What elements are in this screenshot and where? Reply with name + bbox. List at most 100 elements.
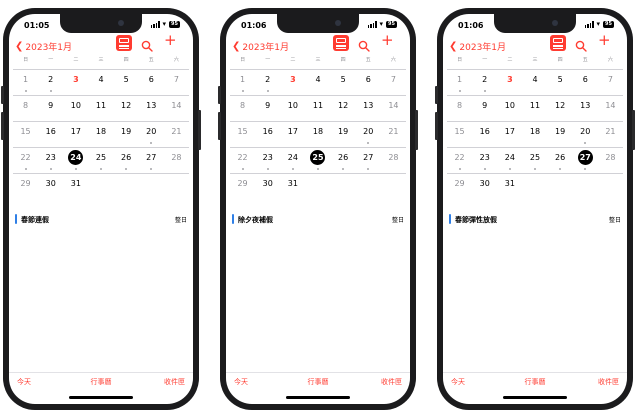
day-cell[interactable]: 23 (38, 148, 63, 174)
event-row[interactable]: 春節連假 整日 (15, 214, 187, 224)
day-cell[interactable]: 16 (472, 122, 497, 148)
add-event-button[interactable]: + (164, 33, 177, 48)
event-row[interactable]: 除夕夜補假 整日 (232, 214, 404, 224)
day-cell[interactable]: 7 (164, 70, 189, 96)
search-button[interactable] (141, 37, 153, 56)
day-cell[interactable]: 5 (548, 70, 573, 96)
day-cell[interactable]: 1 (13, 70, 38, 96)
day-cell[interactable]: 27 (573, 148, 598, 174)
month-back-button[interactable]: ❮ 2023年1月 (15, 40, 72, 53)
day-cell[interactable]: 18 (305, 122, 330, 148)
day-cell[interactable]: 13 (573, 96, 598, 122)
day-cell[interactable]: 12 (331, 96, 356, 122)
day-cell[interactable]: 2 (38, 70, 63, 96)
day-cell[interactable]: 31 (280, 174, 305, 200)
day-cell[interactable]: 5 (114, 70, 139, 96)
day-cell[interactable]: 14 (598, 96, 623, 122)
day-cell[interactable]: 7 (598, 70, 623, 96)
day-cell[interactable]: 2 (472, 70, 497, 96)
day-cell[interactable]: 29 (230, 174, 255, 200)
day-cell[interactable]: 21 (598, 122, 623, 148)
day-cell[interactable]: 17 (280, 122, 305, 148)
day-cell[interactable]: 28 (598, 148, 623, 174)
event-row[interactable]: 春節彈性放假 整日 (449, 214, 621, 224)
day-cell[interactable]: 18 (522, 122, 547, 148)
month-back-button[interactable]: ❮ 2023年1月 (449, 40, 506, 53)
day-cell[interactable]: 4 (88, 70, 113, 96)
list-view-button[interactable] (333, 35, 349, 51)
day-cell[interactable]: 12 (114, 96, 139, 122)
day-cell[interactable]: 10 (63, 96, 88, 122)
day-cell[interactable]: 13 (356, 96, 381, 122)
day-cell[interactable]: 6 (356, 70, 381, 96)
add-event-button[interactable]: + (381, 33, 394, 48)
day-cell[interactable]: 24 (280, 148, 305, 174)
day-cell[interactable]: 20 (139, 122, 164, 148)
day-cell[interactable]: 31 (63, 174, 88, 200)
day-cell[interactable]: 11 (305, 96, 330, 122)
search-button[interactable] (575, 37, 587, 56)
day-cell[interactable]: 10 (280, 96, 305, 122)
day-cell[interactable]: 8 (447, 96, 472, 122)
day-cell[interactable]: 21 (164, 122, 189, 148)
day-cell[interactable]: 25 (522, 148, 547, 174)
day-cell[interactable]: 9 (255, 96, 280, 122)
day-cell[interactable]: 14 (164, 96, 189, 122)
day-cell[interactable]: 22 (230, 148, 255, 174)
day-cell[interactable]: 2 (255, 70, 280, 96)
day-cell[interactable]: 30 (472, 174, 497, 200)
day-cell[interactable]: 26 (114, 148, 139, 174)
day-cell[interactable]: 6 (139, 70, 164, 96)
day-cell[interactable]: 30 (38, 174, 63, 200)
day-cell[interactable]: 25 (88, 148, 113, 174)
day-cell[interactable]: 22 (13, 148, 38, 174)
month-back-button[interactable]: ❮ 2023年1月 (232, 40, 289, 53)
inbox-button[interactable]: 收件匣 (598, 377, 619, 387)
day-cell[interactable]: 4 (305, 70, 330, 96)
day-cell[interactable]: 24 (63, 148, 88, 174)
day-cell[interactable]: 26 (331, 148, 356, 174)
day-cell[interactable]: 6 (573, 70, 598, 96)
search-button[interactable] (358, 37, 370, 56)
day-cell[interactable]: 7 (381, 70, 406, 96)
add-event-button[interactable]: + (598, 33, 611, 48)
day-cell[interactable]: 17 (63, 122, 88, 148)
day-cell[interactable]: 29 (447, 174, 472, 200)
day-cell[interactable]: 17 (497, 122, 522, 148)
day-cell[interactable]: 4 (522, 70, 547, 96)
day-cell[interactable]: 19 (548, 122, 573, 148)
day-cell[interactable]: 16 (255, 122, 280, 148)
day-cell[interactable]: 28 (164, 148, 189, 174)
day-cell[interactable]: 23 (472, 148, 497, 174)
inbox-button[interactable]: 收件匣 (164, 377, 185, 387)
day-cell[interactable]: 16 (38, 122, 63, 148)
day-cell[interactable]: 8 (230, 96, 255, 122)
day-cell[interactable]: 26 (548, 148, 573, 174)
list-view-button[interactable] (116, 35, 132, 51)
day-cell[interactable]: 15 (447, 122, 472, 148)
day-cell[interactable]: 28 (381, 148, 406, 174)
day-cell[interactable]: 27 (356, 148, 381, 174)
day-cell[interactable]: 14 (381, 96, 406, 122)
day-cell[interactable]: 15 (13, 122, 38, 148)
day-cell[interactable]: 5 (331, 70, 356, 96)
day-cell[interactable]: 3 (497, 70, 522, 96)
day-cell[interactable]: 24 (497, 148, 522, 174)
day-cell[interactable]: 8 (13, 96, 38, 122)
day-cell[interactable]: 1 (230, 70, 255, 96)
day-cell[interactable]: 12 (548, 96, 573, 122)
day-cell[interactable]: 20 (356, 122, 381, 148)
day-cell[interactable]: 30 (255, 174, 280, 200)
list-view-button[interactable] (550, 35, 566, 51)
day-cell[interactable]: 3 (63, 70, 88, 96)
day-cell[interactable]: 19 (331, 122, 356, 148)
day-cell[interactable]: 15 (230, 122, 255, 148)
day-cell[interactable]: 23 (255, 148, 280, 174)
day-cell[interactable]: 11 (88, 96, 113, 122)
day-cell[interactable]: 20 (573, 122, 598, 148)
day-cell[interactable]: 10 (497, 96, 522, 122)
day-cell[interactable]: 31 (497, 174, 522, 200)
day-cell[interactable]: 19 (114, 122, 139, 148)
day-cell[interactable]: 18 (88, 122, 113, 148)
day-cell[interactable]: 25 (305, 148, 330, 174)
